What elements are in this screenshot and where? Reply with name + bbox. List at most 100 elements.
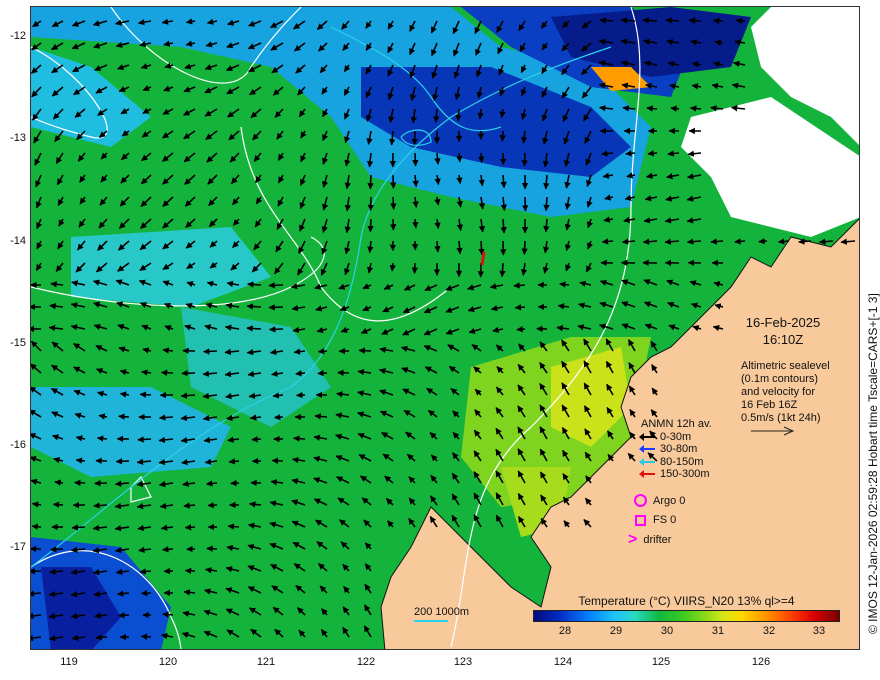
drifter-label: drifter [643, 534, 672, 546]
velocity-arrow [140, 590, 152, 597]
velocity-arrow [268, 326, 284, 333]
velocity-arrow [160, 369, 174, 376]
lon-tick: 126 [751, 656, 771, 668]
lon-tick: 124 [553, 656, 573, 668]
velocity-arrow [118, 612, 130, 619]
velocity-arrow [434, 240, 441, 253]
argo-label: Argo 0 [653, 494, 686, 507]
mooring-vector [480, 251, 486, 266]
velocity-arrow [50, 546, 64, 553]
velocity-arrow [293, 435, 306, 442]
altimetry-line: 16 Feb 16Z [741, 399, 798, 411]
velocity-arrow [478, 240, 485, 256]
velocity-arrow [543, 196, 550, 212]
velocity-arrow [735, 17, 746, 24]
velocity-arrow [514, 304, 526, 311]
velocity-arrow [625, 150, 636, 157]
legend-label: 0-30m [660, 430, 692, 443]
velocity-arrow [710, 238, 724, 245]
velocity-arrow [162, 611, 174, 618]
colorbar-tick: 33 [812, 625, 826, 637]
velocity-arrow [246, 303, 262, 310]
copyright-side-label: © IMOS 12-Jan-2026 02:59:28 Hobart time … [866, 293, 880, 634]
colorbar-title: Temperature (°C) VIIRS_N20 13% ql>=4 [578, 594, 795, 608]
velocity-arrow [139, 568, 152, 575]
map-canvas [31, 7, 859, 649]
lon-tick: 123 [453, 656, 473, 668]
velocity-arrow [295, 370, 306, 377]
colorbar-tick: 31 [711, 625, 725, 637]
anmn-legend: ANMN 12h av. 0-30m 30-80m 80-150m 150-30… [639, 418, 741, 481]
velocity-arrow [412, 218, 419, 229]
colorbar-tick: 32 [762, 625, 776, 637]
velocity-arrow [184, 524, 196, 531]
legend-label: 80-150m [660, 455, 704, 468]
velocity-arrow [271, 457, 284, 464]
velocity-arrow [115, 458, 130, 465]
velocity-arrow [358, 347, 372, 354]
velocity-arrow [71, 524, 86, 531]
velocity-arrow [621, 238, 636, 245]
velocity-arrow [206, 545, 218, 552]
legend-item: 30-80m [639, 443, 741, 456]
velocity-arrow [513, 282, 526, 289]
velocity-arrow [74, 479, 86, 486]
velocity-arrow [499, 130, 506, 142]
lon-tick: 121 [256, 656, 276, 668]
fs-label: FS 0 [653, 514, 677, 526]
fs-square-icon [635, 514, 646, 526]
velocity-arrow [96, 435, 108, 442]
velocity-arrow [478, 152, 485, 163]
velocity-arrow [689, 105, 702, 112]
velocity-arrow [500, 174, 507, 189]
velocity-scale-arrow [751, 426, 795, 436]
velocity-arrow [273, 413, 284, 421]
velocity-arrow [162, 546, 174, 553]
velocity-arrow [317, 348, 328, 355]
legend-arrow-icon [639, 470, 655, 479]
velocity-arrow [207, 501, 218, 509]
velocity-arrow [202, 348, 218, 355]
velocity-arrow [251, 436, 262, 443]
velocity-arrow [139, 391, 152, 398]
legend-title: ANMN 12h av. [641, 418, 712, 430]
velocity-arrow [137, 436, 152, 443]
lon-tick: 125 [651, 656, 671, 668]
velocity-arrow [758, 238, 768, 245]
legend-arrow-icon [639, 432, 655, 441]
velocity-arrow [246, 325, 262, 332]
lat-tick: -16 [10, 439, 26, 451]
altimetry-line: Altimetric sealevel [741, 360, 830, 372]
velocity-arrow [620, 17, 636, 24]
velocity-arrow [642, 17, 658, 24]
velocity-arrow [228, 458, 240, 465]
velocity-arrow [665, 17, 680, 24]
legend-arrow-icon [639, 457, 655, 466]
velocity-arrow [601, 150, 614, 157]
colorbar-tick: 30 [660, 625, 674, 637]
velocity-arrow [390, 196, 397, 210]
velocity-arrow [367, 174, 374, 190]
lon-tick: 119 [60, 656, 78, 668]
date-time-label: 16-Feb-2025 16:10Z [738, 314, 828, 348]
legend-item: 80-150m [639, 455, 741, 469]
lon-tick: 122 [356, 656, 376, 668]
sst-map[interactable] [30, 6, 860, 650]
velocity-arrow [477, 108, 484, 120]
velocity-arrow [712, 17, 724, 24]
velocity-arrow [516, 326, 526, 333]
altimetry-line: and velocity for [741, 386, 815, 398]
velocity-arrow [499, 262, 506, 278]
velocity-arrow [688, 17, 702, 24]
legend-label: 150-300m [660, 468, 710, 480]
fs-legend: FS 0 [635, 514, 676, 526]
velocity-arrow [798, 238, 812, 245]
velocity-arrow [686, 238, 702, 245]
velocity-arrow [601, 238, 614, 245]
depth-contour-label: 200 1000m [414, 606, 470, 618]
drifter-legend: > drifter [628, 532, 672, 548]
velocity-arrow [647, 150, 658, 157]
altimetry-line: 0.5m/s (1kt 24h) [741, 412, 821, 424]
velocity-arrow [389, 262, 396, 272]
velocity-arrow [227, 523, 240, 530]
